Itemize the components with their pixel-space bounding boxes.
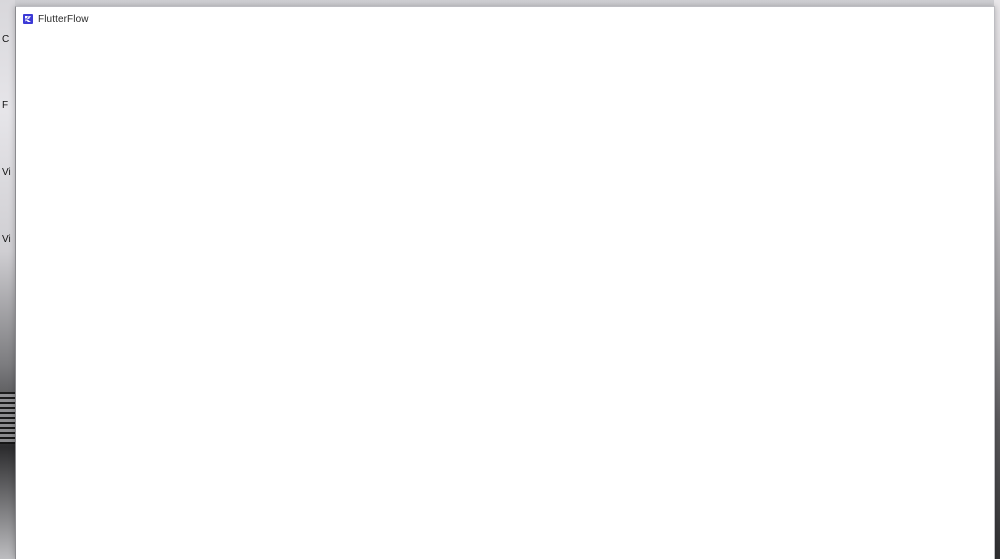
app-window[interactable]: FlutterFlow [15,6,995,559]
desktop-icon-label[interactable]: C [2,34,14,45]
desktop-icon-label[interactable]: Vi [2,167,14,178]
desktop-background-detail [0,392,15,444]
desktop-icon-label[interactable]: Vi [2,234,14,245]
window-title: FlutterFlow [38,13,89,25]
app-content-area [16,31,994,559]
desktop-icon-label[interactable]: F [2,100,14,111]
flutterflow-logo-icon [23,14,33,24]
window-title-bar[interactable]: FlutterFlow [16,7,994,31]
desktop-background: C F Vi Vi FlutterFlow [0,0,1000,559]
desktop-left-edge [0,0,15,559]
